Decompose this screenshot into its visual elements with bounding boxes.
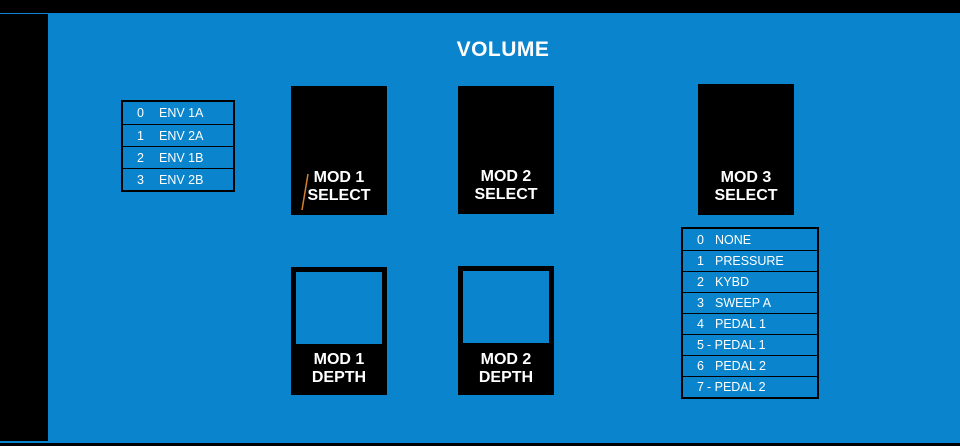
option-number: 0: [137, 106, 144, 120]
knob-label-line2: SELECT: [474, 186, 538, 203]
list-item[interactable]: 6 PEDAL 2: [683, 355, 817, 376]
mod2-select-label: MOD 2 SELECT: [458, 168, 554, 204]
option-label: KYBD: [715, 275, 750, 289]
option-label: - PEDAL 2: [707, 380, 766, 394]
option-label: PEDAL 2: [715, 359, 766, 373]
depth-window: [463, 271, 549, 343]
option-label: ENV 2A: [159, 128, 204, 143]
knob-label-line2: SELECT: [714, 187, 778, 204]
option-number: 2: [697, 275, 704, 289]
list-item[interactable]: 2 KYBD: [683, 271, 817, 292]
mod3-select-label: MOD 3 SELECT: [698, 169, 794, 205]
knob-label-line2: DEPTH: [478, 369, 534, 386]
knob-label-line1: MOD 2: [480, 351, 532, 368]
knob-label-line1: MOD 2: [480, 168, 532, 185]
mod3-select-knob[interactable]: MOD 3 SELECT: [698, 84, 794, 215]
option-number: 1: [697, 254, 704, 268]
option-label: PRESSURE: [715, 254, 784, 268]
knob-label-line1: MOD 1: [313, 351, 365, 368]
list-item[interactable]: 2 ENV 1B: [123, 146, 233, 168]
list-item[interactable]: 4 PEDAL 1: [683, 313, 817, 334]
option-label: - PEDAL 1: [707, 338, 766, 352]
knob-label-line2: DEPTH: [311, 369, 367, 386]
list-item[interactable]: 0 NONE: [683, 229, 817, 250]
option-number: 0: [697, 232, 704, 247]
mod2-depth-knob[interactable]: MOD 2 DEPTH: [458, 266, 554, 395]
mod1-depth-label: MOD 1 DEPTH: [291, 351, 387, 387]
option-number: 2: [137, 150, 144, 165]
list-item[interactable]: 5 - PEDAL 1: [683, 334, 817, 355]
mod2-select-knob[interactable]: MOD 2 SELECT: [458, 86, 554, 214]
panel-title: VOLUME: [456, 38, 550, 61]
option-number: 4: [697, 317, 704, 331]
list-item[interactable]: 1 PRESSURE: [683, 250, 817, 271]
option-label: ENV 2B: [159, 172, 204, 187]
option-label: NONE: [715, 232, 752, 247]
option-number: 1: [137, 128, 144, 143]
option-number: 7: [697, 380, 704, 394]
list-item[interactable]: 3 SWEEP A: [683, 292, 817, 313]
mod2-depth-label: MOD 2 DEPTH: [458, 351, 554, 387]
option-number: 6: [697, 359, 704, 373]
option-number: 3: [137, 172, 144, 187]
option-label: PEDAL 1: [715, 317, 766, 331]
option-label: SWEEP A: [715, 296, 772, 310]
option-number: 3: [697, 296, 704, 310]
pointer-mark-icon: [301, 173, 309, 211]
depth-window: [296, 272, 382, 344]
env-option-list: 0 ENV 1A 1 ENV 2A 2 ENV 1B 3 ENV 2B: [121, 100, 235, 192]
option-label: ENV 1A: [159, 106, 204, 120]
bottom-border-line: [0, 441, 960, 443]
option-number: 5: [697, 338, 704, 352]
mod1-depth-knob[interactable]: MOD 1 DEPTH: [291, 267, 387, 395]
mod3-option-list: 0 NONE 1 PRESSURE 2 KYBD 3 SWEEP A 4 PED…: [681, 227, 819, 399]
list-item[interactable]: 0 ENV 1A: [123, 102, 233, 124]
list-item[interactable]: 7 - PEDAL 2: [683, 376, 817, 397]
list-item[interactable]: 3 ENV 2B: [123, 168, 233, 190]
list-item[interactable]: 1 ENV 2A: [123, 124, 233, 146]
option-label: ENV 1B: [159, 150, 204, 165]
knob-label-line1: MOD 3: [720, 169, 772, 186]
